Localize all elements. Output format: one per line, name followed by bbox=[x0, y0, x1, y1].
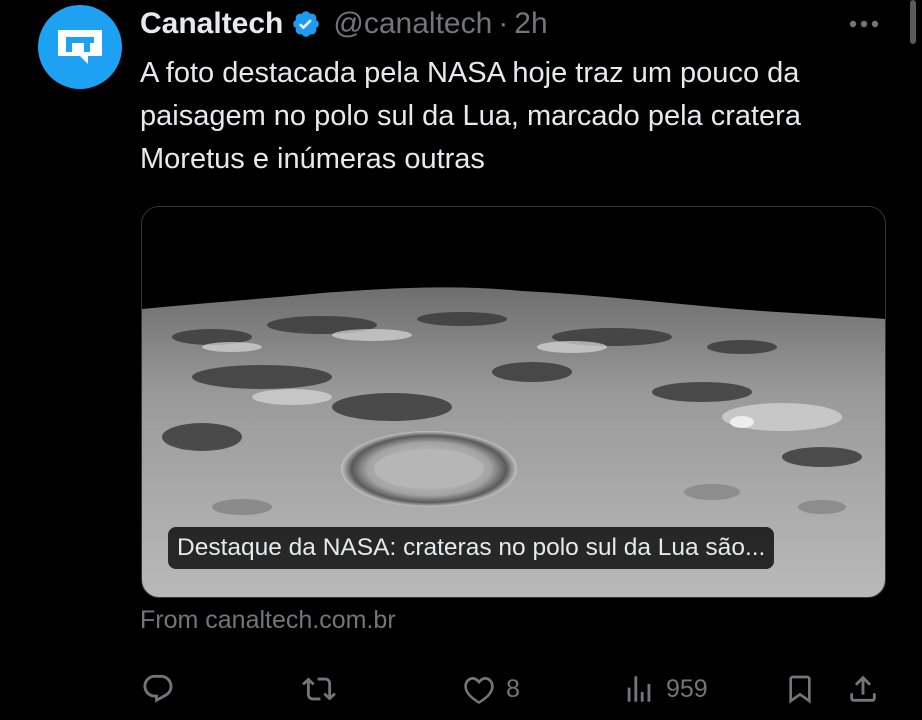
card-caption: Destaque da NASA: crateras no polo sul d… bbox=[168, 527, 775, 569]
author-name[interactable]: Canaltech bbox=[140, 7, 283, 41]
bookmark-button[interactable] bbox=[784, 670, 816, 708]
like-count: 8 bbox=[506, 674, 520, 703]
scrollbar[interactable] bbox=[910, 0, 916, 44]
post-time[interactable]: 2h bbox=[514, 7, 547, 41]
tweet-text: A foto destacada pela NASA hoje traz um … bbox=[140, 57, 801, 175]
separator-dot: · bbox=[498, 7, 509, 40]
link-card[interactable]: Destaque da NASA: crateras no polo sul d… bbox=[141, 206, 886, 598]
author-handle[interactable]: @canaltech bbox=[333, 7, 492, 41]
bookmark-icon bbox=[789, 675, 811, 704]
retweet-button[interactable] bbox=[301, 670, 337, 708]
views-icon bbox=[627, 676, 651, 702]
retweet-icon bbox=[302, 677, 336, 701]
action-bar: 8 959 bbox=[0, 670, 922, 708]
verified-icon bbox=[291, 9, 321, 39]
canaltech-logo-icon bbox=[58, 30, 102, 64]
reply-button[interactable] bbox=[141, 670, 175, 708]
more-icon[interactable] bbox=[846, 8, 882, 38]
card-source[interactable]: From canaltech.com.br bbox=[140, 606, 396, 635]
reply-icon bbox=[143, 674, 173, 703]
like-icon bbox=[464, 676, 494, 704]
share-button[interactable] bbox=[846, 670, 880, 708]
share-icon bbox=[850, 675, 876, 702]
tweet-header: Canaltech @canaltech · 2h bbox=[140, 2, 548, 46]
view-count: 959 bbox=[666, 674, 708, 703]
avatar[interactable] bbox=[38, 5, 122, 89]
views-button[interactable]: 959 bbox=[622, 670, 708, 708]
like-button[interactable]: 8 bbox=[462, 670, 520, 708]
